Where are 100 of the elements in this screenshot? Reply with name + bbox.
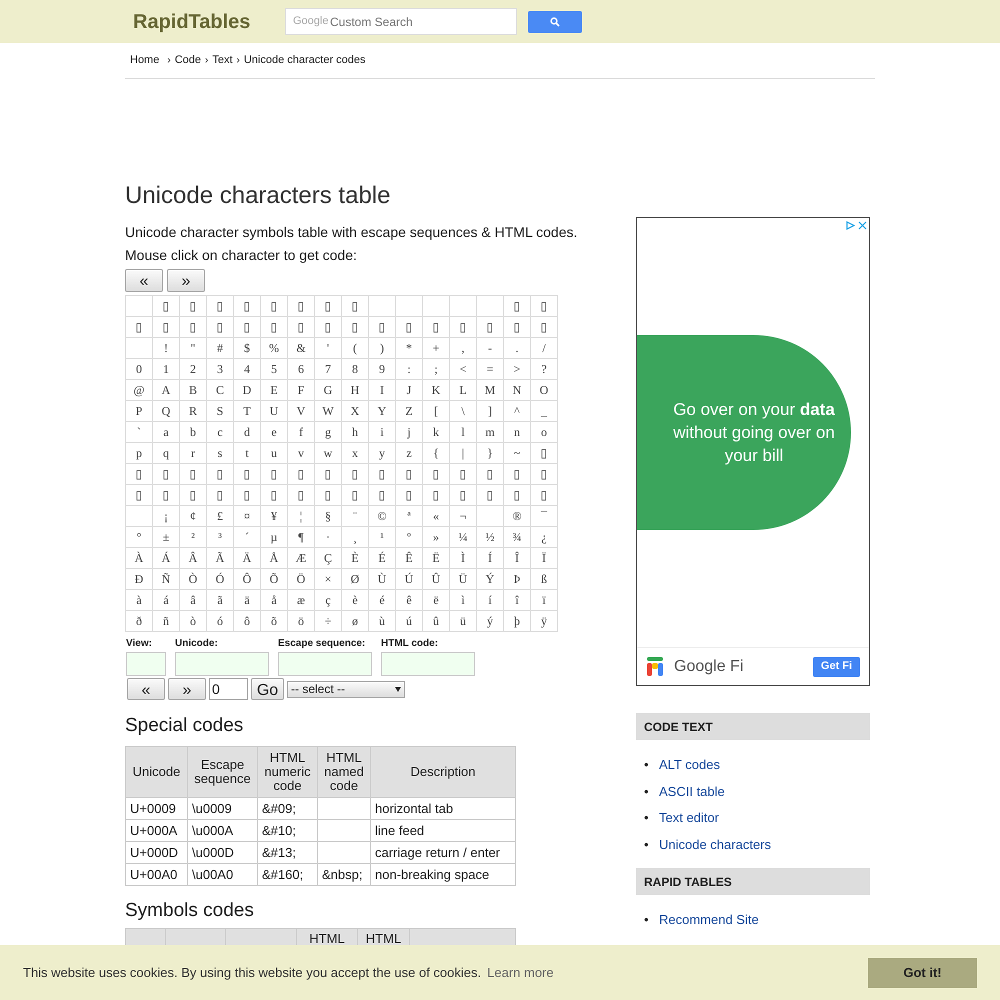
character-cell[interactable]: ß <box>530 568 558 590</box>
character-cell[interactable]: õ <box>260 610 288 632</box>
character-cell[interactable]: o <box>530 422 558 442</box>
character-cell[interactable]: # <box>206 338 234 358</box>
character-cell[interactable]: ý <box>476 610 504 632</box>
character-cell[interactable]: ▯ <box>180 464 206 484</box>
character-cell[interactable]: _ <box>530 400 558 422</box>
character-cell[interactable]: ê <box>396 590 422 610</box>
character-cell[interactable]: ▯ <box>342 464 368 484</box>
character-cell[interactable]: ñ <box>152 610 180 632</box>
previous-page-button[interactable]: « <box>125 269 163 292</box>
character-cell[interactable]: ï <box>530 590 558 610</box>
character-cell[interactable]: 6 <box>288 358 314 380</box>
character-cell[interactable]: = <box>476 358 504 380</box>
character-cell[interactable]: § <box>314 506 342 526</box>
character-cell[interactable]: ° <box>126 526 152 548</box>
character-cell[interactable]: ▯ <box>152 316 180 338</box>
character-cell[interactable]: ▯ <box>126 464 152 484</box>
character-cell[interactable]: ´ <box>234 526 260 548</box>
character-cell[interactable]: ` <box>126 422 152 442</box>
character-cell[interactable]: 2 <box>180 358 206 380</box>
character-cell[interactable]: Ý <box>476 568 504 590</box>
character-cell[interactable]: ▯ <box>126 316 152 338</box>
character-cell[interactable]: c <box>206 422 234 442</box>
character-cell[interactable]: ã <box>206 590 234 610</box>
character-cell[interactable]: ì <box>450 590 476 610</box>
character-cell[interactable]: × <box>314 568 342 590</box>
character-cell[interactable]: s <box>206 442 234 464</box>
character-cell[interactable]: Í <box>476 548 504 568</box>
character-cell[interactable]: M <box>476 380 504 400</box>
character-cell[interactable]: Ü <box>450 568 476 590</box>
character-cell[interactable]: ▯ <box>368 316 396 338</box>
character-cell[interactable]: ½ <box>476 526 504 548</box>
character-cell[interactable]: H <box>342 380 368 400</box>
character-cell[interactable]: ▯ <box>314 484 342 506</box>
character-cell[interactable]: ▯ <box>422 464 450 484</box>
character-cell[interactable]: F <box>288 380 314 400</box>
character-cell[interactable]: ô <box>234 610 260 632</box>
character-cell[interactable]: ( <box>342 338 368 358</box>
next-page-button[interactable]: » <box>168 678 206 700</box>
character-cell[interactable]: Z <box>396 400 422 422</box>
character-cell[interactable]: ÷ <box>314 610 342 632</box>
character-cell[interactable]: ▯ <box>396 316 422 338</box>
character-cell[interactable]: £ <box>206 506 234 526</box>
character-cell[interactable]: Q <box>152 400 180 422</box>
character-cell[interactable]: C <box>206 380 234 400</box>
character-cell[interactable]: K <box>422 380 450 400</box>
close-icon[interactable] <box>858 221 867 230</box>
character-cell[interactable]: g <box>314 422 342 442</box>
character-cell[interactable]: S <box>206 400 234 422</box>
accept-cookies-button[interactable]: Got it! <box>868 958 977 988</box>
character-cell[interactable]: Å <box>260 548 288 568</box>
character-cell[interactable]: Ø <box>342 568 368 590</box>
character-cell[interactable]: ; <box>422 358 450 380</box>
character-cell[interactable]: } <box>476 442 504 464</box>
character-cell[interactable]: ÿ <box>530 610 558 632</box>
character-cell[interactable]: Ô <box>234 568 260 590</box>
ad-cta-button[interactable]: Get Fi <box>813 656 860 676</box>
character-cell[interactable]: ▯ <box>206 484 234 506</box>
character-cell[interactable]: ] <box>476 400 504 422</box>
character-cell[interactable]: ë <box>422 590 450 610</box>
sidebar-link[interactable]: Text editor <box>659 805 719 832</box>
character-cell[interactable]: Ç <box>314 548 342 568</box>
character-cell[interactable]: È <box>342 548 368 568</box>
character-cell[interactable]: · <box>314 526 342 548</box>
character-cell[interactable]: û <box>422 610 450 632</box>
character-cell[interactable]: Ð <box>126 568 152 590</box>
character-cell[interactable]: ¹ <box>368 526 396 548</box>
character-cell[interactable]: ▯ <box>342 484 368 506</box>
character-cell[interactable]: Ò <box>180 568 206 590</box>
character-cell[interactable]: þ <box>504 610 530 632</box>
character-cell[interactable]: î <box>504 590 530 610</box>
character-cell[interactable]: ▯ <box>314 316 342 338</box>
character-cell[interactable]: À <box>126 548 152 568</box>
character-cell[interactable]: V <box>288 400 314 422</box>
character-cell[interactable]: ▯ <box>288 484 314 506</box>
character-cell[interactable]: º <box>396 526 422 548</box>
character-cell[interactable]: » <box>422 526 450 548</box>
character-cell[interactable]: n <box>504 422 530 442</box>
character-cell[interactable]: I <box>368 380 396 400</box>
character-cell[interactable]: R <box>180 400 206 422</box>
character-cell[interactable]: m <box>476 422 504 442</box>
character-cell[interactable]: ö <box>288 610 314 632</box>
character-cell[interactable]: ¥ <box>260 506 288 526</box>
character-cell[interactable]: ¼ <box>450 526 476 548</box>
character-cell[interactable]: ▯ <box>260 484 288 506</box>
character-cell[interactable]: ▯ <box>180 484 206 506</box>
next-page-button[interactable]: » <box>167 269 205 292</box>
character-cell[interactable]: ± <box>152 526 180 548</box>
character-cell[interactable]: U <box>260 400 288 422</box>
character-cell[interactable]: i <box>368 422 396 442</box>
character-cell[interactable]: % <box>260 338 288 358</box>
character-cell[interactable]: ▯ <box>234 316 260 338</box>
character-cell[interactable]: Ì <box>450 548 476 568</box>
character-cell[interactable]: > <box>504 358 530 380</box>
character-cell[interactable]: 5 <box>260 358 288 380</box>
character-cell[interactable]: ▯ <box>530 484 558 506</box>
character-cell[interactable]: j <box>396 422 422 442</box>
character-cell[interactable]: ▯ <box>368 484 396 506</box>
character-cell[interactable]: w <box>314 442 342 464</box>
